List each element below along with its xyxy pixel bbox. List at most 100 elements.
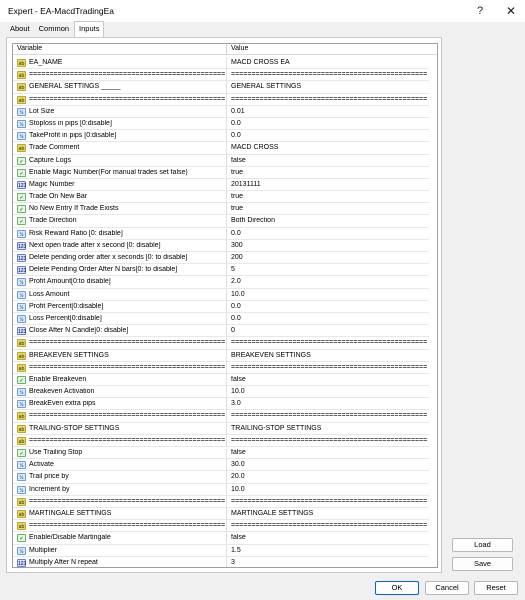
table-row[interactable]: ½ Loss Amount 10.0 (13, 288, 429, 301)
value-cell[interactable]: 0.0 (231, 315, 427, 322)
table-row[interactable]: ab ======================================… (13, 410, 429, 423)
load-button[interactable]: Load (452, 538, 513, 552)
table-row[interactable]: ✓ Enable Magic Number(For manual trades s… (13, 166, 429, 179)
table-row[interactable]: ½ TakeProfit in pips [0:disable] 0.0 (13, 130, 429, 143)
table-row[interactable]: ab BREAKEVEN SETTINGS BREAKEVEN SETTINGS (13, 349, 429, 362)
table-row[interactable]: 123 Multiply After N repeat 3 (13, 556, 429, 567)
table-row[interactable]: 123 Next open trade after x second [0: di… (13, 239, 429, 252)
value-cell[interactable]: MARTINGALE SETTINGS (231, 510, 427, 517)
value-cell[interactable]: true (231, 169, 427, 176)
table-row[interactable]: ½ Trail price by 20.0 (13, 471, 429, 484)
table-row[interactable]: ✓ Trade Direction Both Direction (13, 215, 429, 228)
value-cell[interactable]: 0.0 (231, 230, 427, 237)
value-cell[interactable]: 300 (231, 242, 427, 249)
value-cell[interactable]: 3 (231, 559, 427, 566)
table-row[interactable]: ab ======================================… (13, 93, 429, 106)
value-cell[interactable]: ========================================… (231, 412, 427, 419)
table-row[interactable]: 123 Magic Number 20131111 (13, 178, 429, 192)
tab-inputs[interactable]: Inputs (74, 21, 105, 37)
value-cell[interactable]: 10.0 (231, 486, 427, 493)
value-cell[interactable]: 0.0 (231, 120, 427, 127)
table-row[interactable]: ½ Increment by 10.0 (13, 483, 429, 496)
value-cell[interactable]: 0.01 (231, 108, 427, 115)
table-row[interactable]: ½ BreakEven extra pips 3.0 (13, 398, 429, 411)
value-cell[interactable]: true (231, 193, 427, 200)
help-button[interactable]: ? (466, 0, 494, 22)
table-row[interactable]: ✓ No New Entry If Trade Exists true (13, 203, 429, 216)
table-row[interactable]: ab ======================================… (13, 69, 429, 82)
value-cell[interactable]: 0 (231, 327, 427, 334)
value-cell[interactable]: 20.0 (231, 473, 427, 480)
value-cell[interactable]: MACD CROSS (231, 144, 427, 151)
double-type-icon: ½ (17, 546, 26, 555)
value-cell[interactable]: false (231, 449, 427, 456)
table-row[interactable]: ab Trade Comment MACD CROSS (13, 142, 429, 155)
table-row[interactable]: ab MARTINGALE SETTINGS MARTINGALE SETTINGS (13, 507, 429, 521)
value-cell[interactable]: 20131111 (231, 181, 427, 188)
value-column-header[interactable]: Value (231, 45, 248, 52)
value-cell[interactable]: 3.0 (231, 400, 427, 407)
table-row[interactable]: ab ======================================… (13, 495, 429, 508)
value-cell[interactable]: false (231, 376, 427, 383)
table-row[interactable]: ✓ Trade On New Bar true (13, 191, 429, 204)
table-row[interactable]: ab TRAILING-STOP SETTINGS TRAILING-STOP SE… (13, 422, 429, 435)
value-cell[interactable]: BREAKEVEN SETTINGS (231, 352, 427, 359)
value-cell[interactable]: 1.5 (231, 547, 427, 554)
table-row[interactable]: ab ======================================… (13, 520, 429, 533)
table-row[interactable]: ab ======================================… (13, 434, 429, 447)
string-type-icon: ab (17, 95, 26, 104)
cell-divider (226, 532, 227, 545)
value-cell[interactable]: ========================================… (231, 498, 427, 505)
table-row[interactable]: ab ======================================… (13, 337, 429, 350)
table-row[interactable]: ab ======================================… (13, 361, 429, 374)
table-row[interactable]: ab GENERAL SETTINGS _____ GENERAL SETTINGS (13, 81, 429, 94)
value-cell[interactable]: ========================================… (231, 96, 427, 103)
table-row[interactable]: ½ Profit Percent[0:disable] 0.0 (13, 300, 429, 313)
value-cell[interactable]: 2.0 (231, 278, 427, 285)
table-row[interactable]: ½ Breakeven Activation 10.0 (13, 386, 429, 399)
value-cell[interactable]: TRAILING-STOP SETTINGS (231, 425, 427, 432)
ok-button[interactable]: OK (375, 581, 419, 595)
table-row[interactable]: ½ Activate 30.0 (13, 459, 429, 472)
value-cell[interactable]: ========================================… (231, 339, 427, 346)
table-row[interactable]: 123 Delete Pending Order After N bars[0: … (13, 264, 429, 277)
value-cell[interactable]: Both Direction (231, 217, 427, 224)
close-button[interactable]: ✕ (497, 0, 525, 22)
table-row[interactable]: ✓ Enable/Disable Martingale false (13, 532, 429, 545)
tab-common[interactable]: Common (35, 22, 73, 36)
reset-button[interactable]: Reset (474, 581, 518, 595)
table-row[interactable]: ½ Risk Reward Ratio [0: disable] 0.0 (13, 227, 429, 240)
variable-column-header[interactable]: Variable (17, 45, 42, 52)
table-row[interactable]: 123 Close After N Candle[0: disable] 0 (13, 325, 429, 338)
table-row[interactable]: ab EA_NAME MACD CROSS EA (13, 57, 429, 70)
value-cell[interactable]: 10.0 (231, 291, 427, 298)
table-row[interactable]: ½ Lot Size 0.01 (13, 105, 429, 118)
table-row[interactable]: ✓ Use Trailing Stop false (13, 447, 429, 460)
table-row[interactable]: ✓ Capture Logs false (13, 154, 429, 167)
value-cell[interactable]: 5 (231, 266, 427, 273)
value-cell[interactable]: false (231, 157, 427, 164)
value-cell[interactable]: ========================================… (231, 364, 427, 371)
value-cell[interactable]: 10.0 (231, 388, 427, 395)
value-cell[interactable]: 0.0 (231, 303, 427, 310)
value-cell[interactable]: GENERAL SETTINGS (231, 83, 427, 90)
tab-about[interactable]: About (6, 22, 34, 36)
value-cell[interactable]: 30.0 (231, 461, 427, 468)
table-row[interactable]: ½ Multiplier 1.5 (13, 544, 429, 557)
value-cell[interactable]: true (231, 205, 427, 212)
table-row[interactable]: ½ Profit Amount[0:to disable] 2.0 (13, 276, 429, 289)
value-cell[interactable]: ========================================… (231, 522, 427, 529)
value-cell[interactable]: 200 (231, 254, 427, 261)
value-cell[interactable]: MACD CROSS EA (231, 59, 427, 66)
table-row[interactable]: ½ Loss Percent[0:disable] 0.0 (13, 312, 429, 326)
save-button[interactable]: Save (452, 557, 513, 571)
table-row[interactable]: ½ Stoploss in pips [0:disable] 0.0 (13, 117, 429, 131)
table-row[interactable]: 123 Delete pending order after x seconds … (13, 252, 429, 265)
value-cell[interactable]: ========================================… (231, 437, 427, 444)
value-cell[interactable]: ========================================… (231, 71, 427, 78)
value-cell[interactable]: false (231, 534, 427, 541)
table-row[interactable]: ✓ Enable Breakeven false (13, 373, 429, 387)
column-divider[interactable] (226, 44, 227, 55)
cancel-button[interactable]: Cancel (425, 581, 469, 595)
value-cell[interactable]: 0.0 (231, 132, 427, 139)
